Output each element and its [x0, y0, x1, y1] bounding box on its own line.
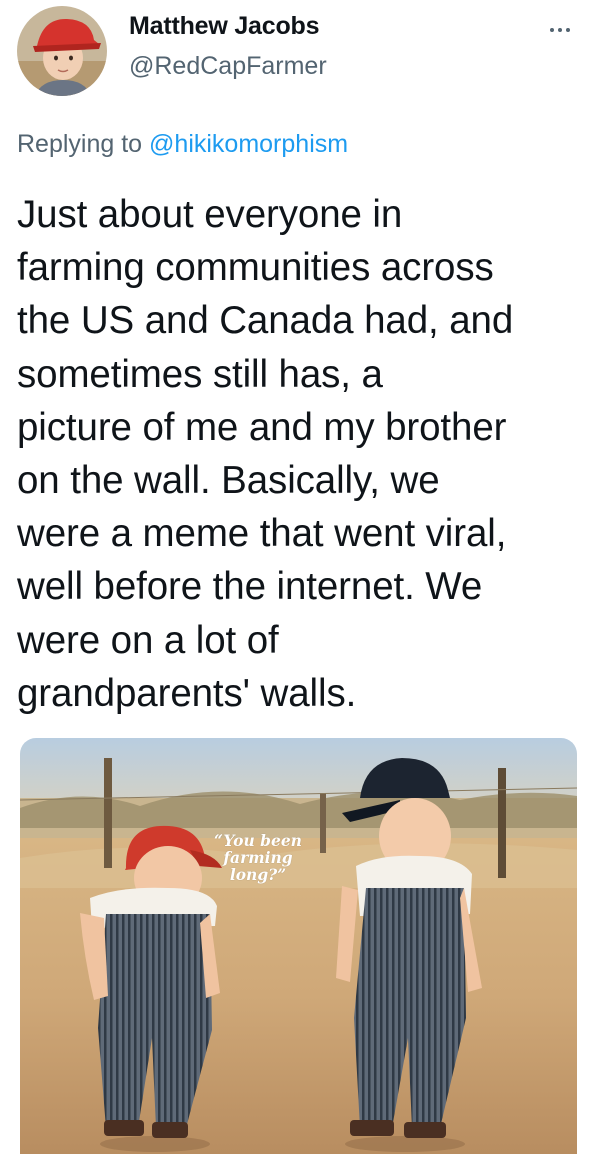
more-options-dot	[558, 28, 562, 32]
photo-caption: “You been farming long?”	[214, 831, 302, 884]
avatar-photo-icon	[17, 6, 107, 96]
more-options-icon	[550, 28, 554, 32]
tweet-text: Just about everyone in farming communiti…	[17, 193, 514, 715]
tweet: Matthew Jacobs @RedCapFarmer Replying to…	[0, 0, 599, 1154]
more-options-dot	[566, 28, 570, 32]
author-avatar[interactable]	[17, 6, 107, 96]
author-handle[interactable]: @RedCapFarmer	[129, 52, 327, 81]
farm-kids-photo	[20, 738, 577, 1154]
replying-to-label: Replying to	[17, 130, 143, 158]
tweet-photo[interactable]	[20, 738, 577, 1154]
more-options-button[interactable]	[540, 20, 580, 40]
reply-mention-link[interactable]: @hikikomorphism	[149, 130, 348, 158]
replying-to: Replying to @hikikomorphism	[17, 130, 348, 159]
author-name[interactable]: Matthew Jacobs	[129, 12, 320, 41]
